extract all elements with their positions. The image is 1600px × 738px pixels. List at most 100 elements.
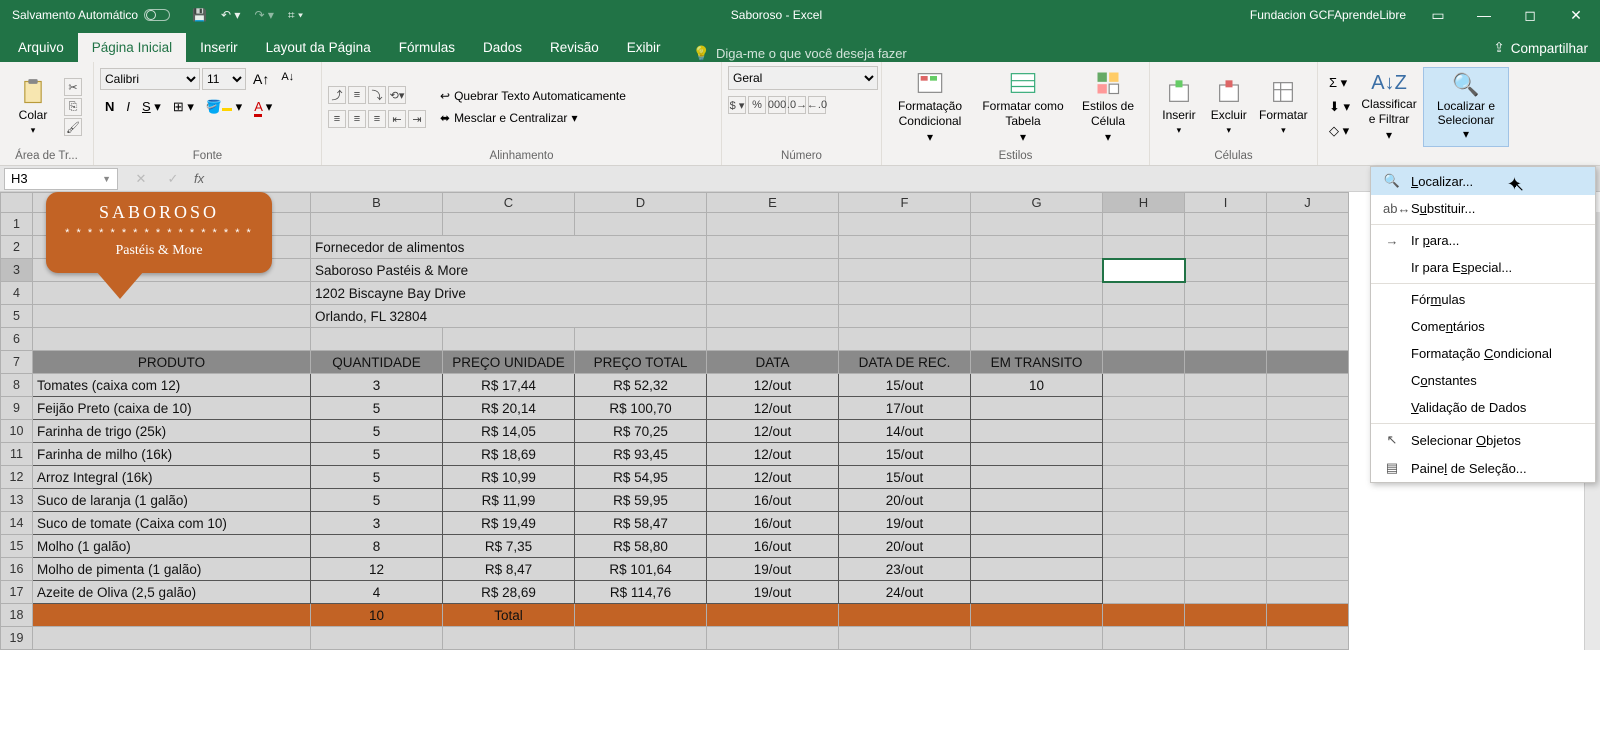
col-header-C[interactable]: C — [443, 193, 575, 213]
cell-A12[interactable]: Arroz Integral (16k) — [33, 466, 311, 489]
increase-indent-icon[interactable]: ⇥ — [408, 110, 426, 128]
cell-G13[interactable] — [971, 489, 1103, 512]
italic-button[interactable]: I — [121, 96, 135, 118]
cell-E17[interactable]: 19/out — [707, 581, 839, 604]
cell-I19[interactable] — [1185, 627, 1267, 650]
row-header-13[interactable]: 13 — [1, 489, 33, 512]
cell-J12[interactable] — [1267, 466, 1349, 489]
cell-E2[interactable] — [707, 236, 839, 259]
border-button[interactable]: ⊞ ▾ — [168, 96, 199, 118]
cell-I17[interactable] — [1185, 581, 1267, 604]
align-left-icon[interactable]: ≡ — [328, 110, 346, 128]
cell-B3[interactable]: Saboroso Pastéis & More — [311, 259, 707, 282]
tab-formulas[interactable]: Fórmulas — [385, 33, 469, 62]
share-button[interactable]: ⇪ Compartilhar — [1481, 34, 1600, 62]
cell-E4[interactable] — [707, 282, 839, 305]
row-header-8[interactable]: 8 — [1, 374, 33, 397]
row-header-15[interactable]: 15 — [1, 535, 33, 558]
cell-B12[interactable]: 5 — [311, 466, 443, 489]
cell-H9[interactable] — [1103, 397, 1185, 420]
cell-B10[interactable]: 5 — [311, 420, 443, 443]
cell-F14[interactable]: 19/out — [839, 512, 971, 535]
cell-E3[interactable] — [707, 259, 839, 282]
cell-E8[interactable]: 12/out — [707, 374, 839, 397]
cell-E6[interactable] — [707, 328, 839, 351]
cell-G19[interactable] — [971, 627, 1103, 650]
cell-F11[interactable]: 15/out — [839, 443, 971, 466]
cell-A19[interactable] — [33, 627, 311, 650]
menu-data-validation[interactable]: Validação de Dados — [1371, 394, 1595, 421]
menu-formulas[interactable]: Fórmulas — [1371, 286, 1595, 313]
cell-I9[interactable] — [1185, 397, 1267, 420]
row-header-10[interactable]: 10 — [1, 420, 33, 443]
cell-H10[interactable] — [1103, 420, 1185, 443]
insert-cells-button[interactable]: Inserir▾ — [1156, 76, 1202, 137]
cell-I8[interactable] — [1185, 374, 1267, 397]
cell-E14[interactable]: 16/out — [707, 512, 839, 535]
cell-B2[interactable]: Fornecedor de alimentos — [311, 236, 707, 259]
cell-F9[interactable]: 17/out — [839, 397, 971, 420]
fx-icon[interactable]: fx — [194, 171, 204, 186]
cell-H8[interactable] — [1103, 374, 1185, 397]
cell-A10[interactable]: Farinha de trigo (25k) — [33, 420, 311, 443]
font-size-select[interactable]: 11 — [202, 68, 246, 90]
cell-H1[interactable] — [1103, 213, 1185, 236]
cell-B11[interactable]: 5 — [311, 443, 443, 466]
cell-B7[interactable]: QUANTIDADE — [311, 351, 443, 374]
cut-icon[interactable]: ✂ — [64, 78, 82, 96]
row-header-9[interactable]: 9 — [1, 397, 33, 420]
cell-A18[interactable] — [33, 604, 311, 627]
col-header-F[interactable]: F — [839, 193, 971, 213]
cell-A7[interactable]: PRODUTO — [33, 351, 311, 374]
tab-home[interactable]: Página Inicial — [78, 33, 186, 62]
cell-J18[interactable] — [1267, 604, 1349, 627]
cell-D11[interactable]: R$ 93,45 — [575, 443, 707, 466]
cell-E16[interactable]: 19/out — [707, 558, 839, 581]
cell-J19[interactable] — [1267, 627, 1349, 650]
percent-format-icon[interactable]: % — [748, 96, 766, 114]
cell-G4[interactable] — [971, 282, 1103, 305]
cell-F18[interactable] — [839, 604, 971, 627]
cell-B17[interactable]: 4 — [311, 581, 443, 604]
cell-J1[interactable] — [1267, 213, 1349, 236]
font-color-button[interactable]: A ▾ — [249, 96, 277, 118]
cell-G17[interactable] — [971, 581, 1103, 604]
cell-J8[interactable] — [1267, 374, 1349, 397]
cell-C16[interactable]: R$ 8,47 — [443, 558, 575, 581]
cell-C15[interactable]: R$ 7,35 — [443, 535, 575, 558]
cell-G8[interactable]: 10 — [971, 374, 1103, 397]
cell-A14[interactable]: Suco de tomate (Caixa com 10) — [33, 512, 311, 535]
cell-G10[interactable] — [971, 420, 1103, 443]
cell-D15[interactable]: R$ 58,80 — [575, 535, 707, 558]
cell-H17[interactable] — [1103, 581, 1185, 604]
menu-cond-format[interactable]: Formatação Condicional — [1371, 340, 1595, 367]
fill-color-button[interactable]: 🪣 ▾ — [201, 96, 247, 118]
cell-D1[interactable] — [575, 213, 707, 236]
cell-J9[interactable] — [1267, 397, 1349, 420]
cell-J16[interactable] — [1267, 558, 1349, 581]
cell-I16[interactable] — [1185, 558, 1267, 581]
tab-data[interactable]: Dados — [469, 33, 536, 62]
col-header-I[interactable]: I — [1185, 193, 1267, 213]
cell-I15[interactable] — [1185, 535, 1267, 558]
col-header-B[interactable]: B — [311, 193, 443, 213]
cell-F16[interactable]: 23/out — [839, 558, 971, 581]
cell-E13[interactable]: 16/out — [707, 489, 839, 512]
cell-H15[interactable] — [1103, 535, 1185, 558]
cell-H16[interactable] — [1103, 558, 1185, 581]
comma-format-icon[interactable]: 000 — [768, 96, 786, 114]
cell-C12[interactable]: R$ 10,99 — [443, 466, 575, 489]
font-name-select[interactable]: Calibri — [100, 68, 200, 90]
increase-font-icon[interactable]: A↑ — [248, 68, 274, 90]
cell-I18[interactable] — [1185, 604, 1267, 627]
find-select-button[interactable]: 🔍 Localizar e Selecionar ▾ — [1423, 67, 1509, 147]
cell-C11[interactable]: R$ 18,69 — [443, 443, 575, 466]
cell-J11[interactable] — [1267, 443, 1349, 466]
cell-E19[interactable] — [707, 627, 839, 650]
decrease-font-icon[interactable]: A↓ — [276, 68, 299, 90]
cell-I10[interactable] — [1185, 420, 1267, 443]
col-header-D[interactable]: D — [575, 193, 707, 213]
cell-G15[interactable] — [971, 535, 1103, 558]
cell-I1[interactable] — [1185, 213, 1267, 236]
company-logo[interactable]: SABOROSO * * * * * * * * * * * * * * * *… — [46, 192, 272, 299]
